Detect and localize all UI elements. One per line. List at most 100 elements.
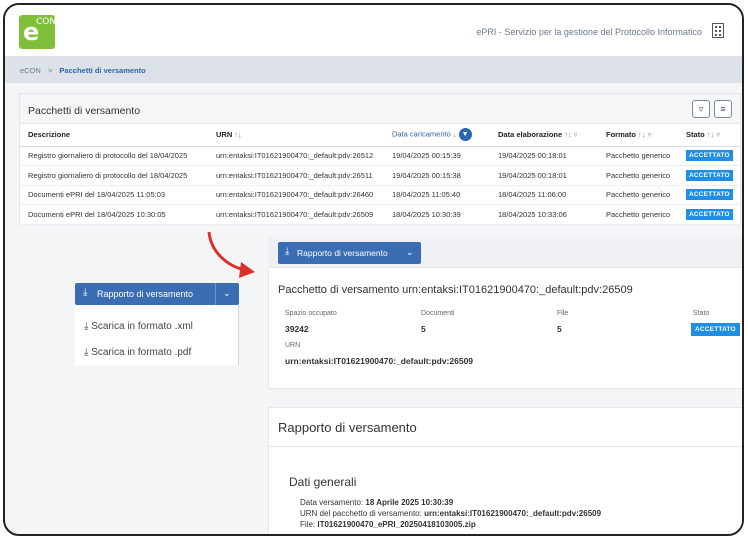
- top-bar: e CON ePRI - Servizio per la gestione de…: [5, 5, 742, 57]
- table-row[interactable]: Documenti ePRI del 18/04/2025 10:30:05 u…: [20, 204, 740, 225]
- cell-formato: Pacchetto generico: [598, 165, 678, 186]
- detail-toolbar: ⤓ Rapporto di versamento ⌄: [268, 237, 742, 267]
- menu-item-pdf[interactable]: ⤓ Scarica in formato .pdf: [84, 347, 191, 358]
- cell-descrizione: Documenti ePRI del 18/04/2025 10:30:05: [20, 204, 208, 225]
- packages-table-card: Pacchetti di versamento ▿ ≡ Descrizione …: [19, 93, 741, 225]
- cell-stato: ACCETTATO: [678, 204, 740, 225]
- cell-elaborazione: 18/04/2025 10:33:06: [490, 204, 598, 225]
- breadcrumb-separator: >: [47, 66, 53, 75]
- documenti-label: Documenti: [421, 310, 455, 317]
- cell-descrizione: Registro giornaliero di protocollo del 1…: [20, 146, 208, 166]
- file-label: File:: [300, 520, 316, 529]
- active-filter-icon[interactable]: ▼: [458, 128, 472, 142]
- table-title: Pacchetti di versamento: [28, 105, 141, 117]
- table-row[interactable]: Documenti ePRI del 18/04/2025 11:05:03 u…: [20, 185, 740, 205]
- logo-superscript: CON: [36, 17, 57, 27]
- table-header-bar: Pacchetti di versamento ▿ ≡: [20, 94, 740, 124]
- cell-formato: Pacchetto generico: [598, 185, 678, 205]
- col-formato[interactable]: Formato ↑↓ ▿: [598, 124, 678, 147]
- download-icon: ⤓: [285, 246, 290, 257]
- chevron-down-icon: ⌄: [223, 288, 231, 298]
- status-badge: ACCETTATO: [686, 189, 733, 201]
- urn-line: URN del pacchetto di versamento: urn:ent…: [300, 509, 601, 518]
- cell-urn: urn:entaksi:IT01621900470:_default:pdv:2…: [208, 204, 384, 225]
- urn-value: urn:entaksi:IT01621900470:_default:pdv:2…: [424, 509, 602, 518]
- table-header-row: Descrizione URN ↑↓ Data caricamento ↓ ▼ Dat…: [20, 124, 740, 147]
- cell-stato: ACCETTATO: [678, 185, 740, 205]
- packages-table: Descrizione URN ↑↓ Data caricamento ↓ ▼ Dat…: [20, 124, 740, 225]
- file-value: 5: [557, 324, 562, 334]
- cell-elaborazione: 19/04/2025 00:18:01: [490, 165, 598, 186]
- package-detail-card: Pacchetto di versamento urn:entaksi:IT01…: [268, 267, 742, 389]
- menu-item-label: Scarica in formato .pdf: [91, 347, 192, 358]
- cell-stato: ACCETTATO: [678, 165, 740, 186]
- cell-formato: Pacchetto generico: [598, 146, 678, 166]
- stato-label: Stato: [693, 310, 710, 317]
- col-descrizione[interactable]: Descrizione: [20, 124, 208, 147]
- cell-descrizione: Documenti ePRI del 18/04/2025 11:05:03: [20, 185, 208, 205]
- urn-label: URN del pacchetto di versamento:: [300, 509, 422, 518]
- report-card: Rapporto di versamento Dati generali Dat…: [268, 407, 742, 534]
- urn-value: urn:entaksi:IT01621900470:_default:pdv:2…: [285, 356, 474, 366]
- cell-urn: urn:entaksi:IT01621900470:_default:pdv:2…: [208, 165, 384, 186]
- menu-icon-button[interactable]: ≡: [714, 100, 732, 118]
- documenti-value: 5: [421, 324, 426, 334]
- file-line: File: IT01621900470_ePRI_20250418103005.…: [300, 520, 476, 529]
- sort-desc-icon[interactable]: ↓: [453, 130, 457, 139]
- menu-item-label: Scarica in formato .xml: [91, 321, 193, 332]
- spazio-value: 39242: [285, 324, 309, 334]
- table-row[interactable]: Registro giornaliero di protocollo del 1…: [20, 146, 740, 166]
- divider: [269, 446, 742, 447]
- data-label: Data versamento:: [300, 498, 364, 507]
- rapporto-label: Rapporto di versamento: [297, 248, 388, 258]
- breadcrumb-current: Pacchetti di versamento: [59, 66, 146, 75]
- spazio-label: Spazio occupato: [285, 310, 337, 317]
- sort-icon[interactable]: ↑↓ ▿: [707, 130, 720, 139]
- status-badge: ACCETTATO: [686, 169, 733, 181]
- sort-icon[interactable]: ↑↓ ▿: [564, 130, 577, 139]
- data-versamento-line: Data versamento: 18 Aprile 2025 10:30:39: [300, 498, 453, 507]
- cell-elaborazione: 18/04/2025 11:06:00: [490, 185, 598, 205]
- file-value: IT01621900470_ePRI_20250418103005.zip: [317, 520, 476, 529]
- econ-logo[interactable]: e CON: [19, 15, 57, 49]
- app-title: ePRI - Servizio per la gestione del Prot…: [476, 27, 702, 37]
- download-menu: ⤓ Scarica in formato .xml ⤓ Scarica in f…: [75, 305, 239, 365]
- app-window: e CON ePRI - Servizio per la gestione de…: [3, 3, 744, 536]
- breadcrumb-root[interactable]: eCON: [20, 66, 41, 75]
- menu-item-xml[interactable]: ⤓ Scarica in formato .xml: [84, 321, 193, 332]
- sort-icon[interactable]: ↑↓ ▿: [638, 130, 651, 139]
- cell-formato: Pacchetto generico: [598, 204, 678, 225]
- table-row[interactable]: Registro giornaliero di protocollo del 1…: [20, 165, 740, 186]
- sort-icon[interactable]: ↑↓: [234, 130, 242, 139]
- urn-label: URN: [285, 342, 301, 349]
- download-icon: ⤓: [83, 287, 88, 298]
- cell-descrizione: Registro giornaliero di protocollo del 1…: [20, 165, 208, 186]
- file-label: File: [557, 310, 569, 317]
- cell-caricamento: 18/04/2025 11:05:40: [384, 185, 490, 205]
- rapporto-dropdown-button-zoom[interactable]: ⤓ Rapporto di versamento ⌄: [75, 283, 239, 305]
- cell-stato: ACCETTATO: [678, 146, 740, 166]
- cell-caricamento: 19/04/2025 00:15:39: [384, 146, 490, 166]
- section-title: Dati generali: [289, 475, 357, 489]
- data-value: 18 Aprile 2025 10:30:39: [365, 498, 454, 507]
- col-urn[interactable]: URN ↑↓: [208, 124, 384, 147]
- cell-caricamento: 18/04/2025 10:30:39: [384, 204, 490, 225]
- status-badge: ACCETTATO: [686, 150, 733, 162]
- annotation-arrow-icon: [207, 231, 255, 278]
- status-badge: ACCETTATO: [686, 208, 733, 220]
- cell-elaborazione: 19/04/2025 00:18:01: [490, 146, 598, 166]
- col-stato[interactable]: Stato ↑↓ ▿: [678, 124, 740, 147]
- breadcrumb: eCON > Pacchetti di versamento: [5, 57, 742, 83]
- cell-caricamento: 19/04/2025 00:15:38: [384, 165, 490, 186]
- rapporto-label: Rapporto di versamento: [97, 289, 194, 299]
- col-data-caricamento[interactable]: Data caricamento ↓ ▼: [384, 124, 490, 147]
- cell-urn: urn:entaksi:IT01621900470:_default:pdv:2…: [208, 185, 384, 205]
- status-badge: ACCETTATO: [691, 323, 740, 336]
- building-icon[interactable]: [712, 23, 724, 38]
- col-data-elaborazione[interactable]: Data elaborazione ↑↓ ▿: [490, 124, 598, 147]
- detail-title: Pacchetto di versamento urn:entaksi:IT01…: [278, 284, 633, 296]
- rapporto-dropdown-button[interactable]: ⤓ Rapporto di versamento ⌄: [278, 242, 421, 264]
- chevron-down-icon: ⌄: [406, 247, 414, 257]
- cell-urn: urn:entaksi:IT01621900470:_default:pdv:2…: [208, 146, 384, 166]
- filter-icon-button[interactable]: ▿: [692, 100, 710, 118]
